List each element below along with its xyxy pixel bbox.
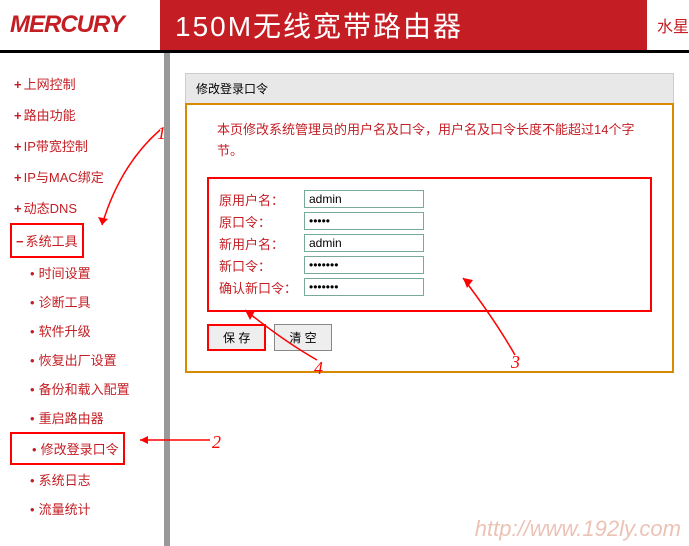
brand-subtitle: 水星	[657, 13, 689, 37]
header: MERCURY 150M无线宽带路由器 水星	[0, 0, 689, 50]
sidebar-item-parental[interactable]: +上网控制	[10, 68, 154, 99]
panel: 本页修改系统管理员的用户名及口令，用户名及口令长度不能超过14个字节。 原用户名…	[185, 103, 674, 373]
sidebar-item-system-tools[interactable]: −系统工具	[12, 225, 82, 256]
confirm-password-input[interactable]	[304, 278, 424, 296]
new-password-label: 新口令：	[219, 256, 304, 275]
new-password-input[interactable]	[304, 256, 424, 274]
old-username-label: 原用户名：	[219, 190, 304, 209]
sidebar-sub-upgrade[interactable]: 软件升级	[10, 316, 154, 345]
confirm-password-label: 确认新口令：	[219, 278, 304, 297]
panel-title: 修改登录口令	[185, 73, 674, 103]
new-username-label: 新用户名：	[219, 234, 304, 253]
sidebar-sub-time[interactable]: 时间设置	[10, 258, 154, 287]
new-username-input[interactable]	[304, 234, 424, 252]
sidebar-sub-password[interactable]: 修改登录口令	[12, 434, 123, 463]
banner-title: 150M无线宽带路由器	[175, 5, 463, 45]
main-content: 修改登录口令 本页修改系统管理员的用户名及口令，用户名及口令长度不能超过14个字…	[170, 53, 689, 546]
old-password-input[interactable]	[304, 212, 424, 230]
form-highlight-box: 原用户名： 原口令： 新用户名： 新口令： 确认新口令：	[207, 177, 652, 312]
page-banner: 150M无线宽带路由器	[160, 0, 647, 50]
save-button[interactable]: 保 存	[207, 324, 266, 351]
sidebar-sub-syslog[interactable]: 系统日志	[10, 465, 154, 494]
sidebar-item-ddns[interactable]: +动态DNS	[10, 192, 154, 223]
sidebar-sub-traffic[interactable]: 流量统计	[10, 494, 154, 523]
sidebar-sub-backup[interactable]: 备份和载入配置	[10, 374, 154, 403]
sidebar-sub-factory[interactable]: 恢复出厂设置	[10, 345, 154, 374]
logo: MERCURY	[0, 11, 160, 39]
sidebar-item-routing[interactable]: +路由功能	[10, 99, 154, 130]
old-username-input[interactable]	[304, 190, 424, 208]
sidebar-item-ipmac[interactable]: +IP与MAC绑定	[10, 161, 154, 192]
sidebar-sub-diagnostic[interactable]: 诊断工具	[10, 287, 154, 316]
sidebar: +上网控制 +路由功能 +IP带宽控制 +IP与MAC绑定 +动态DNS −系统…	[0, 53, 170, 546]
sidebar-sub-reboot[interactable]: 重启路由器	[10, 403, 154, 432]
sidebar-item-bandwidth[interactable]: +IP带宽控制	[10, 130, 154, 161]
instruction-text: 本页修改系统管理员的用户名及口令，用户名及口令长度不能超过14个字节。	[207, 120, 652, 162]
clear-button[interactable]: 清 空	[274, 324, 331, 351]
old-password-label: 原口令：	[219, 212, 304, 231]
